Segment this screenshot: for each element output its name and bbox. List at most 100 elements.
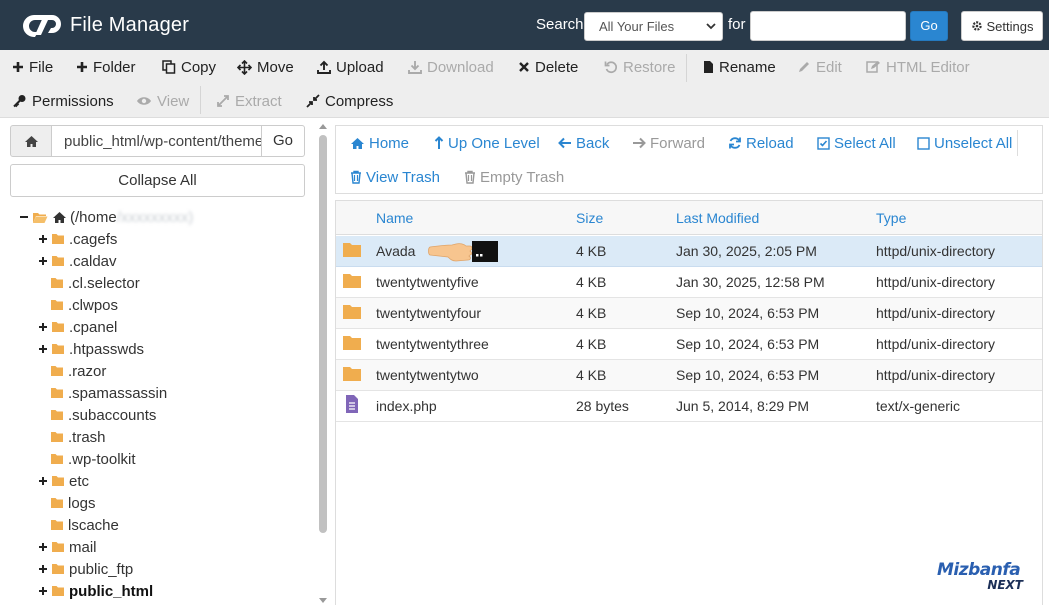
extract-label: Extract xyxy=(235,92,282,110)
tree-item[interactable]: lscache xyxy=(50,514,119,536)
scrollbar-thumb[interactable] xyxy=(319,135,327,533)
tree-item[interactable]: .razor xyxy=(50,360,106,382)
file-name[interactable]: Avada xyxy=(376,243,415,259)
permissions-button[interactable]: Permissions xyxy=(12,91,114,111)
delete-button[interactable]: Delete xyxy=(518,57,578,77)
tree-item[interactable]: logs xyxy=(50,492,96,514)
table-row[interactable]: twentytwentytwo 4 KB Sep 10, 2024, 6:53 PM… xyxy=(336,360,1042,391)
path-go-button[interactable]: Go xyxy=(261,125,305,157)
edit-button[interactable]: Edit xyxy=(797,57,842,77)
new-file-label: File xyxy=(29,58,54,76)
close-icon xyxy=(519,62,529,72)
folder-icon xyxy=(343,243,361,257)
empty-trash-button[interactable]: Empty Trash xyxy=(464,167,564,187)
download-button[interactable]: Download xyxy=(408,57,494,77)
unselect-all-button[interactable]: Unselect All xyxy=(917,133,1012,153)
expand-plus-icon[interactable] xyxy=(37,541,49,553)
file-name[interactable]: index.php xyxy=(376,398,437,414)
tree-item[interactable]: .wp-toolkit xyxy=(50,448,136,470)
scroll-down-arrow-icon[interactable] xyxy=(319,598,327,603)
view-button[interactable]: View xyxy=(136,91,189,111)
upload-button[interactable]: Upload xyxy=(317,57,384,77)
expand-plus-icon[interactable] xyxy=(37,255,49,267)
tree-scrollbar[interactable] xyxy=(317,121,329,605)
tree-item[interactable]: .subaccounts xyxy=(50,404,156,426)
tree-item[interactable]: etc xyxy=(37,470,89,492)
tree-item[interactable]: .cl.selector xyxy=(50,272,140,294)
file-name[interactable]: twentytwentyfour xyxy=(376,305,481,321)
rename-button[interactable]: Rename xyxy=(703,57,776,77)
table-row[interactable]: twentytwentyfive 4 KB Jan 30, 2025, 12:58 … xyxy=(336,267,1042,298)
file-name[interactable]: twentytwentythree xyxy=(376,336,489,352)
tree-item-label: .spamassassin xyxy=(68,384,168,402)
column-header-type[interactable]: Type xyxy=(876,210,906,226)
pencil-icon xyxy=(799,62,809,72)
home-icon xyxy=(24,135,38,147)
cpanel-logo[interactable]: File Manager xyxy=(20,9,189,41)
tree-item[interactable]: public_ftp xyxy=(37,558,133,580)
file-type: httpd/unix-directory xyxy=(876,367,996,383)
html-editor-button[interactable]: HTML Editor xyxy=(866,57,970,77)
table-row[interactable]: twentytwentythree 4 KB Sep 10, 2024, 6:53 … xyxy=(336,329,1042,360)
column-header-name[interactable]: Name xyxy=(376,210,413,226)
expand-plus-icon[interactable] xyxy=(37,563,49,575)
search-scope-select[interactable]: All Your Files xyxy=(584,12,723,41)
scroll-up-arrow-icon[interactable] xyxy=(319,124,327,129)
back-button[interactable]: Back xyxy=(558,133,609,153)
move-button[interactable]: Move xyxy=(237,57,294,77)
navigation-bar: Home Up One Level Back Forward Reload Se… xyxy=(335,125,1043,194)
path-input[interactable]: public_html/wp-content/themes xyxy=(51,125,262,157)
tree-item-label: logs xyxy=(68,494,96,512)
checkbox-empty-icon xyxy=(917,136,930,150)
select-all-button[interactable]: Select All xyxy=(817,133,896,153)
collapse-minus-icon[interactable] xyxy=(18,211,30,223)
expand-plus-icon[interactable] xyxy=(37,585,49,597)
tree-item[interactable]: public_html xyxy=(37,580,153,602)
file-modified: Jan 30, 2025, 2:05 PM xyxy=(676,243,817,259)
search-input[interactable] xyxy=(750,11,906,41)
tree-item[interactable]: .cpanel xyxy=(37,316,117,338)
compress-button[interactable]: Compress xyxy=(306,91,393,111)
expand-plus-icon[interactable] xyxy=(37,233,49,245)
reload-button[interactable]: Reload xyxy=(728,133,794,153)
copy-button[interactable]: Copy xyxy=(162,57,216,77)
expand-plus-icon[interactable] xyxy=(37,475,49,487)
up-one-level-button[interactable]: Up One Level xyxy=(434,133,540,153)
file-name[interactable]: twentytwentyfive xyxy=(376,274,479,290)
watermark-line2: NEXT xyxy=(987,578,1023,592)
tree-item[interactable]: .trash xyxy=(50,426,106,448)
expand-plus-icon[interactable] xyxy=(37,321,49,333)
nav-home-button[interactable]: Home xyxy=(350,133,409,153)
expand-plus-icon[interactable] xyxy=(37,343,49,355)
action-toolbar: File Folder Copy Move Upload Download De… xyxy=(0,50,1049,118)
settings-button[interactable]: Settings xyxy=(961,11,1043,41)
table-row[interactable]: twentytwentyfour 4 KB Sep 10, 2024, 6:53 P… xyxy=(336,298,1042,329)
folder-icon xyxy=(51,388,63,398)
table-row[interactable]: index.php 28 bytes Jun 5, 2014, 8:29 PM tex… xyxy=(336,391,1042,422)
tree-item[interactable]: .clwpos xyxy=(50,294,118,316)
tree-item[interactable]: .caldav xyxy=(37,250,117,272)
tree-home-button[interactable] xyxy=(10,125,52,157)
tree-item-label: public_ftp xyxy=(69,560,134,578)
view-trash-button[interactable]: View Trash xyxy=(350,167,440,187)
cpanel-logo-icon xyxy=(23,15,61,37)
restore-button[interactable]: Restore xyxy=(604,57,676,77)
forward-button[interactable]: Forward xyxy=(632,133,705,153)
tree-item[interactable]: mail xyxy=(37,536,97,558)
new-folder-button[interactable]: Folder xyxy=(76,57,136,77)
new-file-button[interactable]: File xyxy=(12,57,53,77)
tree-root[interactable]: (/home /xxxxxxxxx) xyxy=(18,206,193,228)
file-name[interactable]: twentytwentytwo xyxy=(376,367,479,383)
tree-item[interactable]: .spamassassin xyxy=(50,382,167,404)
tree-item[interactable]: .htpasswds xyxy=(37,338,144,360)
tree-item[interactable]: .cagefs xyxy=(37,228,117,250)
collapse-all-button[interactable]: Collapse All xyxy=(10,164,305,197)
column-header-size[interactable]: Size xyxy=(576,210,603,226)
arrow-left-icon xyxy=(558,137,571,149)
folder-icon xyxy=(51,410,63,420)
search-go-button[interactable]: Go xyxy=(910,11,948,41)
file-size: 4 KB xyxy=(576,336,607,352)
extract-button[interactable]: Extract xyxy=(216,91,282,111)
arrow-right-icon xyxy=(633,137,646,149)
column-header-last-modified[interactable]: Last Modified xyxy=(676,210,759,226)
